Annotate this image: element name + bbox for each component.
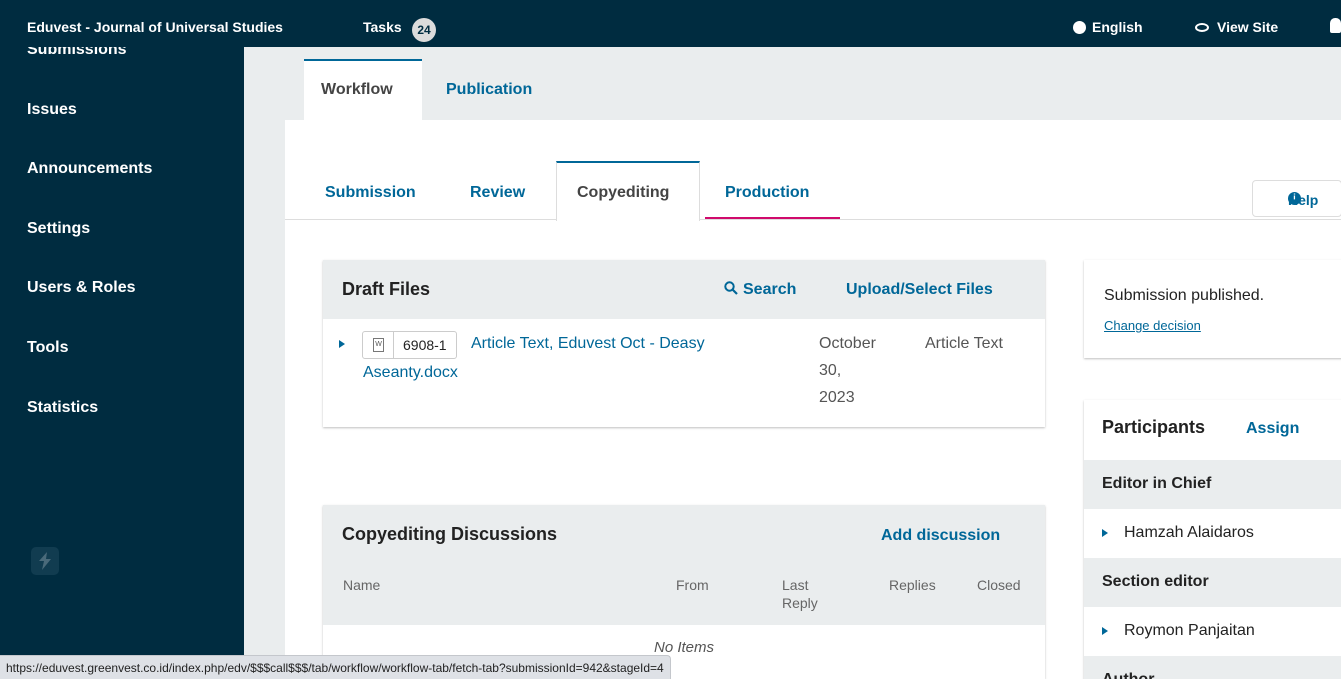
tasks-link[interactable]: Tasks bbox=[363, 19, 402, 35]
workflow-panel: Submission Review Copyediting Production… bbox=[285, 120, 1341, 679]
file-type: Article Text bbox=[925, 335, 1003, 352]
tab-production[interactable]: Production bbox=[725, 184, 809, 202]
sidebar-item-statistics[interactable]: Statistics bbox=[27, 399, 98, 417]
col-closed: Closed bbox=[977, 577, 1021, 593]
participant-row[interactable]: Roymon Panjaitan bbox=[1084, 607, 1341, 656]
view-site-link[interactable]: View Site bbox=[1195, 19, 1278, 35]
tab-submission[interactable]: Submission bbox=[325, 184, 416, 202]
tab-copyediting-label: Copyediting bbox=[577, 184, 670, 201]
add-discussion-button[interactable]: Add discussion bbox=[881, 527, 1000, 545]
sidebar-item-users-roles[interactable]: Users & Roles bbox=[27, 279, 136, 297]
discussions-title: Copyediting Discussions bbox=[342, 524, 558, 544]
group-author: Author bbox=[1084, 656, 1341, 679]
col-replies: Replies bbox=[889, 577, 936, 593]
draft-files-header: Draft Files Search Upload/Select Files bbox=[323, 260, 1045, 319]
expand-participant-icon[interactable] bbox=[1102, 529, 1108, 537]
file-date-year: 2023 bbox=[819, 389, 855, 406]
sidebar-item-tools[interactable]: Tools bbox=[27, 339, 68, 357]
sidebar-item-issues[interactable]: Issues bbox=[27, 101, 77, 119]
tab-copyediting[interactable]: Copyediting bbox=[556, 161, 700, 221]
assign-participant-button[interactable]: Assign bbox=[1246, 420, 1299, 438]
participant-name: Hamzah Alaidaros bbox=[1124, 524, 1254, 541]
col-name: Name bbox=[343, 577, 381, 593]
no-items-text: No Items bbox=[653, 639, 714, 656]
copyediting-discussions-grid: Copyediting Discussions Add discussion N… bbox=[323, 505, 1045, 679]
participants-box: Participants Assign Editor in Chief Hamz… bbox=[1084, 400, 1341, 679]
file-name-link[interactable]: Article Text, Eduvest Oct - Deasy Aseant… bbox=[363, 329, 763, 387]
table-row: W 6908-1 Article Text, Eduvest Oct - Dea… bbox=[323, 319, 1045, 427]
top-bar: Eduvest - Journal of Universal Studies T… bbox=[0, 0, 1341, 47]
discussions-header: Copyediting Discussions Add discussion N… bbox=[323, 505, 1045, 625]
group-editor-in-chief: Editor in Chief bbox=[1084, 460, 1341, 509]
col-last-reply: Last Reply bbox=[782, 576, 818, 612]
tasks-count-badge[interactable]: 24 bbox=[412, 18, 436, 42]
sidebar-nav: Submissions Issues Announcements Setting… bbox=[0, 47, 244, 679]
search-button[interactable]: Search bbox=[724, 281, 796, 299]
eye-icon bbox=[1195, 23, 1209, 32]
site-title-link[interactable]: Eduvest - Journal of Universal Studies bbox=[27, 19, 283, 35]
group-section-editor-label: Section editor bbox=[1102, 573, 1209, 590]
col-last-reply-line2: Reply bbox=[782, 595, 818, 611]
stage-tabs: Submission Review Copyediting Production… bbox=[285, 120, 1341, 221]
participant-row[interactable]: Hamzah Alaidaros bbox=[1084, 509, 1341, 558]
col-last-reply-line1: Last bbox=[782, 577, 809, 593]
draft-files-grid: Draft Files Search Upload/Select Files W… bbox=[323, 260, 1045, 427]
participants-title: Participants bbox=[1102, 417, 1206, 437]
sidebar-item-announcements[interactable]: Announcements bbox=[27, 160, 152, 178]
help-button[interactable]: i Help bbox=[1252, 180, 1341, 217]
tab-workflow-label: Workflow bbox=[321, 81, 393, 98]
col-from: From bbox=[676, 577, 709, 593]
production-underline bbox=[705, 217, 840, 219]
view-site-label: View Site bbox=[1217, 19, 1279, 35]
status-text: Submission published. bbox=[1104, 287, 1265, 304]
upload-select-files-button[interactable]: Upload/Select Files bbox=[846, 281, 993, 299]
language-menu[interactable]: English bbox=[1073, 19, 1143, 35]
expand-participant-icon[interactable] bbox=[1102, 627, 1108, 635]
submission-status-box: Submission published. Change decision bbox=[1084, 260, 1341, 358]
search-icon bbox=[724, 281, 738, 295]
globe-icon bbox=[1073, 21, 1086, 34]
search-label: Search bbox=[743, 281, 797, 298]
sidebar-item-submissions[interactable]: Submissions bbox=[27, 47, 127, 59]
user-icon bbox=[1330, 18, 1341, 33]
ojs-logo-icon[interactable] bbox=[31, 547, 59, 575]
sidebar-item-settings[interactable]: Settings bbox=[27, 220, 90, 238]
tab-review[interactable]: Review bbox=[470, 184, 525, 202]
file-date-month: October bbox=[819, 335, 876, 352]
group-section-editor: Section editor bbox=[1084, 558, 1341, 607]
user-menu[interactable] bbox=[1330, 18, 1341, 36]
participant-name: Roymon Panjaitan bbox=[1124, 622, 1255, 639]
tab-publication[interactable]: Publication bbox=[446, 81, 532, 99]
browser-status-bar: https://eduvest.greenvest.co.id/index.ph… bbox=[0, 655, 671, 679]
group-author-label: Author bbox=[1102, 671, 1154, 679]
change-decision-link[interactable]: Change decision bbox=[1104, 318, 1201, 333]
file-date: October 30, 2023 bbox=[819, 330, 876, 411]
group-editor-in-chief-label: Editor in Chief bbox=[1102, 475, 1212, 492]
language-label: English bbox=[1092, 19, 1143, 35]
help-label: Help bbox=[1288, 192, 1319, 208]
file-date-day: 30, bbox=[819, 362, 842, 379]
main-area: Workflow Publication Submission Review C… bbox=[244, 47, 1341, 679]
draft-files-title: Draft Files bbox=[342, 279, 431, 299]
